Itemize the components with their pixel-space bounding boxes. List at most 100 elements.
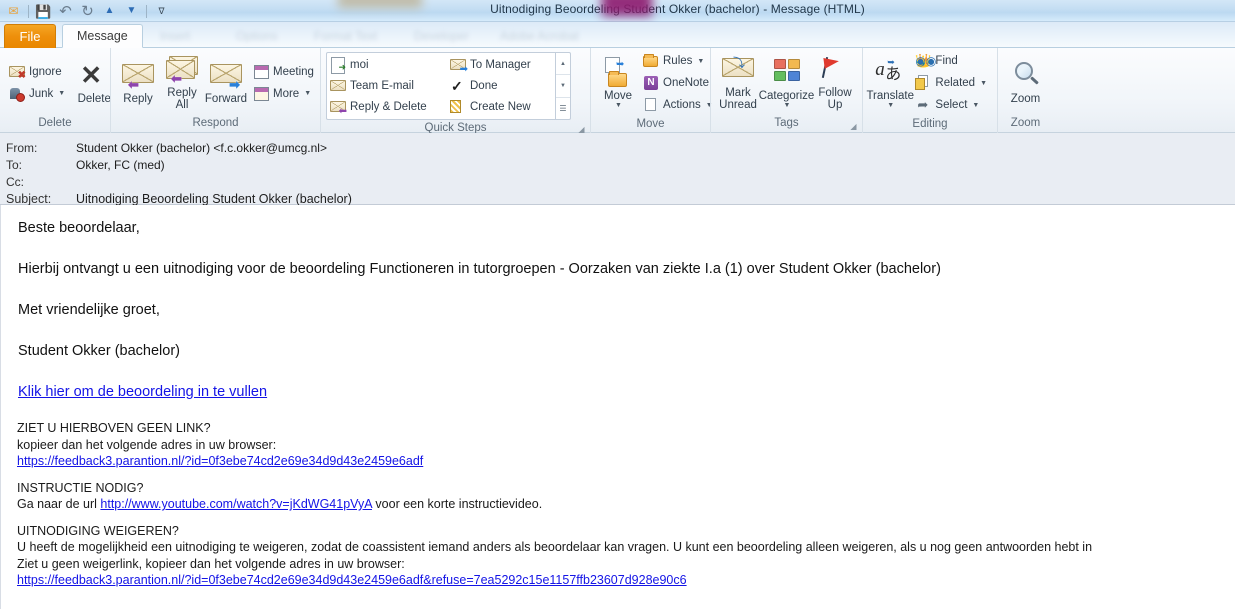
actions-button[interactable]: Actions ▼ [640,94,718,116]
tab-ghost-1[interactable]: Insert [146,24,204,48]
no-link-url[interactable]: https://feedback3.parantion.nl/?id=0f3eb… [17,454,423,468]
chevron-down-icon: ▼ [972,101,980,109]
quickstep-to-manager[interactable]: ➡ To Manager [447,54,555,75]
ribbon-group-delete: ✖ Ignore Junk ▼ ✕ Delete Delete [0,48,111,133]
no-link-text: kopieer dan het volgende adres in uw bro… [17,437,277,452]
quickstep-to-manager-icon: ➡ [450,57,468,75]
chevron-down-icon: ▼ [783,101,791,109]
onenote-button[interactable]: N OneNote [640,72,718,94]
quickstep-done-label: Done [470,79,498,92]
quicksteps-more-button[interactable]: ☰ [556,98,570,119]
quicksteps-scroll-up-button[interactable]: ▲ [556,53,570,76]
more-respond-icon [253,86,269,102]
move-label: Move [603,90,633,102]
select-label: Select [935,99,968,111]
categorize-button[interactable]: Categorize ▼ [759,54,814,112]
instruction-section: INSTRUCTIE NODIG? Ga naar de url http://… [17,480,1225,513]
translate-icon: aあ ➥ [875,57,902,83]
instruction-prefix: Ga naar de url [17,497,101,511]
related-button[interactable]: Related ▼ [912,72,992,94]
meeting-button[interactable]: Meeting [250,61,319,83]
body-intro: Hierbij ontvangt u een uitnodiging voor … [18,261,941,277]
quickstep-team-email[interactable]: Team E-mail [327,75,447,96]
from-value[interactable]: Student Okker (bachelor) <f.c.okker@umcg… [76,141,327,155]
onenote-label: OneNote [663,77,710,89]
reply-all-button[interactable]: ⬅ Reply All [160,51,204,114]
quickstep-done[interactable]: ✓ Done [447,75,555,96]
forward-icon: ➡ [210,61,242,91]
ribbon-group-tags: ⤵ Mark Unread Categorize ▼ Follow Up Tag… [710,48,862,133]
ribbon-group-move: ➥ Move ▼ Rules ▼ N OneNote Actions ▼ Mov… [590,48,713,133]
junk-button[interactable]: Junk ▼ [6,83,70,105]
rules-button[interactable]: Rules ▼ [640,50,718,72]
chevron-down-icon: ▼ [697,57,705,65]
tab-message[interactable]: Message [62,24,143,48]
chevron-down-icon: ▼ [887,102,895,109]
reply-icon: ⬅ [122,61,154,91]
forward-button[interactable]: ➡ Forward [204,57,248,108]
quickstep-reply-delete[interactable]: ⬅ Reply & Delete [327,97,447,118]
quickstep-moi[interactable]: ➜ moi [327,54,447,75]
subject-value: Uitnodiging Beoordeling Student Okker (b… [76,191,352,206]
zoom-label: Zoom [1010,93,1041,105]
refuse-text2: Ziet u geen weigerlink, kopieer dan het … [17,556,405,571]
tab-ghost-4[interactable]: Developer [400,24,483,48]
ribbon-group-zoom: Zoom Zoom [997,48,1053,133]
evaluation-link[interactable]: Klik hier om de beoordeling in te vullen [18,384,267,400]
message-header: From: Student Okker (bachelor) <f.c.okke… [0,133,1235,206]
forward-label: Forward [204,93,248,105]
translate-button[interactable]: aあ ➥ Translate ▼ [866,54,914,112]
body-closing: Met vriendelijke groet, [18,302,160,318]
chevron-down-icon: ▼ [58,90,66,97]
header-row-from: From: Student Okker (bachelor) <f.c.okke… [0,139,1235,156]
group-label-delete: Delete [38,117,72,129]
related-label: Related [935,77,976,89]
instruction-heading: INSTRUCTIE NODIG? [17,480,144,495]
mark-unread-button[interactable]: ⤵ Mark Unread [716,51,760,114]
actions-label: Actions [663,99,701,111]
reply-button[interactable]: ⬅ Reply [116,57,160,108]
tab-ghost-3[interactable]: Format Text [300,24,391,48]
zoom-button[interactable]: Zoom [1004,57,1048,108]
refuse-text: U heeft de mogelijkheid een uitnodiging … [17,540,1093,554]
quickstep-create-new-icon [450,99,466,115]
redacted-region-1 [338,0,422,8]
zoom-icon [1010,61,1042,91]
group-label-editing: Editing [912,118,948,130]
quickstep-moi-label: moi [350,58,369,71]
no-link-heading: ZIET U HIERBOVEN GEEN LINK? [17,421,211,435]
tab-ghost-5[interactable]: Adobe Acrobat [486,24,593,48]
to-label: To: [6,157,23,172]
header-row-cc: Cc: [0,173,1235,190]
find-button[interactable]: 👑 ◉◉ Find [912,50,992,72]
delete-icon: ✕ [80,60,103,90]
chevron-down-icon: ▼ [615,102,622,109]
find-label: Find [935,55,958,67]
to-value[interactable]: Okker, FC (med) [76,158,165,172]
follow-up-button[interactable]: Follow Up [813,51,857,114]
ignore-button[interactable]: ✖ Ignore [6,61,70,83]
instruction-url[interactable]: http://www.youtube.com/watch?v=jKdWG41pV… [100,497,372,511]
more-respond-button[interactable]: More ▼ [250,83,319,105]
select-button[interactable]: ➦ Select ▼ [912,94,992,116]
follow-up-icon [819,55,851,85]
quickstep-done-icon: ✓ [451,77,463,94]
ribbon-tab-strip: File Message Insert Options Format Text … [0,22,1235,48]
group-label-move: Move [636,118,665,130]
title-bar: ✉ 💾 ↶ ↻ ▲ ▼ ∇ Uitnodiging Beoordeling St… [0,0,1235,22]
meeting-label: Meeting [273,65,314,78]
quickstep-create-new[interactable]: Create New [447,97,555,118]
tab-ghost-2[interactable]: Options [222,24,291,48]
ribbon-group-editing: aあ ➥ Translate ▼ 👑 ◉◉ Find Related ▼ ➦ S… [862,48,997,133]
cc-label: Cc: [6,174,24,189]
ignore-icon: ✖ [9,64,26,81]
tags-dialog-launcher-icon[interactable]: ◢ [849,122,858,131]
quickstep-to-manager-label: To Manager [470,58,531,71]
refuse-url[interactable]: https://feedback3.parantion.nl/?id=0f3eb… [17,573,687,587]
move-button[interactable]: ➥ Move ▼ [596,54,640,112]
tab-file[interactable]: File [4,24,56,48]
body-sender: Student Okker (bachelor) [18,343,180,359]
quicksteps-scroll-down-button[interactable]: ▼ [556,75,570,98]
junk-icon [9,86,25,102]
subject-label: Subject: [6,191,52,206]
